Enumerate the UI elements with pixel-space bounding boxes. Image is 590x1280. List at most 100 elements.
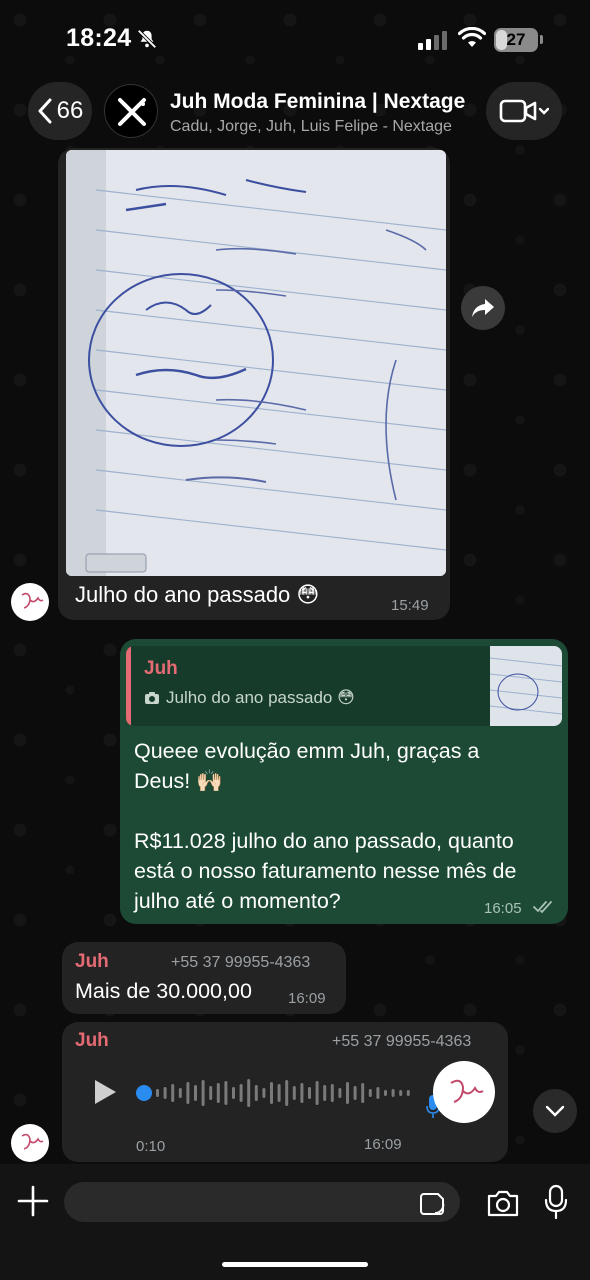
nextage-logo-icon <box>118 98 146 126</box>
voice-waveform[interactable] <box>136 1076 426 1110</box>
chevron-left-icon <box>38 98 52 124</box>
sender-name[interactable]: Juh <box>75 951 109 973</box>
clock: 18:24 <box>66 24 132 52</box>
voice-duration: 0:10 <box>136 1138 166 1155</box>
waveform-bar <box>406 1090 410 1096</box>
waveform-bar <box>194 1085 197 1101</box>
waveform-bar <box>346 1082 349 1104</box>
chat-header: 66 Juh Moda Feminina | Nextage Cadu, Jor… <box>0 80 590 146</box>
cellular-signal-icon <box>418 31 447 50</box>
chat-title-area[interactable]: Juh Moda Feminina | Nextage Cadu, Jorge,… <box>170 90 480 136</box>
waveform-bar <box>368 1089 372 1097</box>
waveform-bar <box>300 1083 304 1103</box>
message-input[interactable] <box>64 1182 460 1222</box>
waveform-bar <box>323 1085 327 1101</box>
unread-count: 66 <box>56 97 84 124</box>
chat-title: Juh Moda Feminina | Nextage <box>170 90 466 113</box>
battery-fill <box>496 30 507 50</box>
sticker-icon[interactable] <box>420 1191 446 1217</box>
waveform-bar <box>262 1088 266 1098</box>
home-indicator <box>222 1262 368 1267</box>
sender-phone: +55 37 99955-4363 <box>171 954 311 971</box>
notebook-photo-illustration <box>66 150 446 576</box>
waveform-bar <box>399 1090 403 1096</box>
waveform-bar <box>224 1081 228 1105</box>
play-icon[interactable] <box>92 1078 118 1106</box>
juh-logo-icon <box>450 1079 484 1103</box>
video-call-button[interactable] <box>486 82 562 140</box>
outgoing-line: julho até o momento? <box>134 889 341 913</box>
waveform-bar <box>277 1084 281 1102</box>
quoted-thumbnail <box>489 646 562 726</box>
quoted-message[interactable]: Juh Julho do ano passado 😳 <box>126 646 562 726</box>
waveform-bar <box>315 1081 319 1105</box>
incoming-text: Mais de 30.000,00 <box>75 979 252 1003</box>
message-photo[interactable] <box>66 150 446 576</box>
message-time: 16:09 <box>364 1136 402 1153</box>
battery-indicator: 27 <box>494 28 538 52</box>
sender-avatar[interactable] <box>11 583 49 621</box>
chevron-down-icon <box>545 1105 565 1117</box>
waveform-bar <box>201 1080 205 1106</box>
waveform-bar <box>163 1087 167 1099</box>
waveform-bar <box>384 1090 387 1096</box>
wifi-icon <box>458 27 486 47</box>
message-time: 15:49 <box>391 597 429 614</box>
quoted-sender: Juh <box>144 658 178 679</box>
silent-bell-icon <box>137 29 157 49</box>
quoted-text-row: Julho do ano passado 😳 <box>144 688 355 708</box>
outgoing-line: Deus! 🙌🏻 <box>134 769 223 793</box>
voice-sender-avatar[interactable] <box>433 1061 495 1123</box>
waveform-bar <box>285 1080 289 1106</box>
sender-name[interactable]: Juh <box>75 1030 109 1052</box>
back-button[interactable]: 66 <box>28 82 92 140</box>
battery-level: 27 <box>506 30 526 49</box>
outgoing-line: Queee evolução emm Juh, graças a <box>134 739 480 763</box>
waveform-bar <box>239 1084 243 1102</box>
image-caption: Julho do ano passado 😳 <box>75 582 320 607</box>
plus-icon[interactable] <box>16 1184 50 1218</box>
status-bar: 18:24 27 <box>0 0 590 80</box>
sender-avatar[interactable] <box>11 1124 49 1162</box>
quoted-text: Julho do ano passado 😳 <box>166 688 355 707</box>
quote-accent-bar <box>126 646 131 726</box>
waveform-bar <box>391 1089 395 1097</box>
outgoing-line: está o nosso faturamento nesse mês de <box>134 859 517 883</box>
waveform-bar <box>216 1083 220 1103</box>
waveform-bar <box>338 1088 342 1098</box>
waveform-bar <box>353 1086 357 1100</box>
waveform-bar <box>376 1087 380 1099</box>
camera-small-icon <box>145 692 159 704</box>
waveform-bar <box>254 1085 258 1101</box>
waveform-bar <box>361 1083 365 1103</box>
chat-subtitle: Cadu, Jorge, Juh, Luis Felipe - Nextage <box>170 118 452 135</box>
juh-logo-icon <box>21 1133 44 1150</box>
composer-bar <box>0 1164 590 1280</box>
camera-icon[interactable] <box>486 1188 520 1218</box>
waveform-bar <box>330 1084 334 1102</box>
video-camera-icon <box>499 99 549 123</box>
waveform-bar <box>232 1087 235 1099</box>
message-time: 16:05 <box>484 900 522 917</box>
voice-progress-knob <box>136 1085 152 1101</box>
waveform-bar <box>209 1086 213 1100</box>
waveform-bar <box>186 1082 190 1104</box>
battery-cap <box>540 35 543 44</box>
juh-logo-icon <box>21 592 44 609</box>
waveform-bar <box>178 1088 182 1098</box>
notebook-thumbnail-illustration <box>489 657 562 715</box>
forward-arrow-icon <box>472 299 494 317</box>
outgoing-line: R$11.028 julho do ano passado, quanto <box>134 829 514 853</box>
message-time: 16:09 <box>288 990 326 1007</box>
scroll-to-bottom-button[interactable] <box>533 1089 577 1133</box>
group-avatar[interactable] <box>104 84 158 138</box>
waveform-bar <box>171 1084 175 1102</box>
forward-button[interactable] <box>461 286 505 330</box>
waveform-bar <box>292 1086 296 1100</box>
waveform-bar <box>270 1082 273 1104</box>
sender-phone: +55 37 99955-4363 <box>332 1033 472 1050</box>
microphone-icon[interactable] <box>544 1184 568 1220</box>
double-check-icon <box>533 901 552 914</box>
waveform-bar <box>308 1087 311 1099</box>
waveform-bar <box>247 1079 251 1107</box>
